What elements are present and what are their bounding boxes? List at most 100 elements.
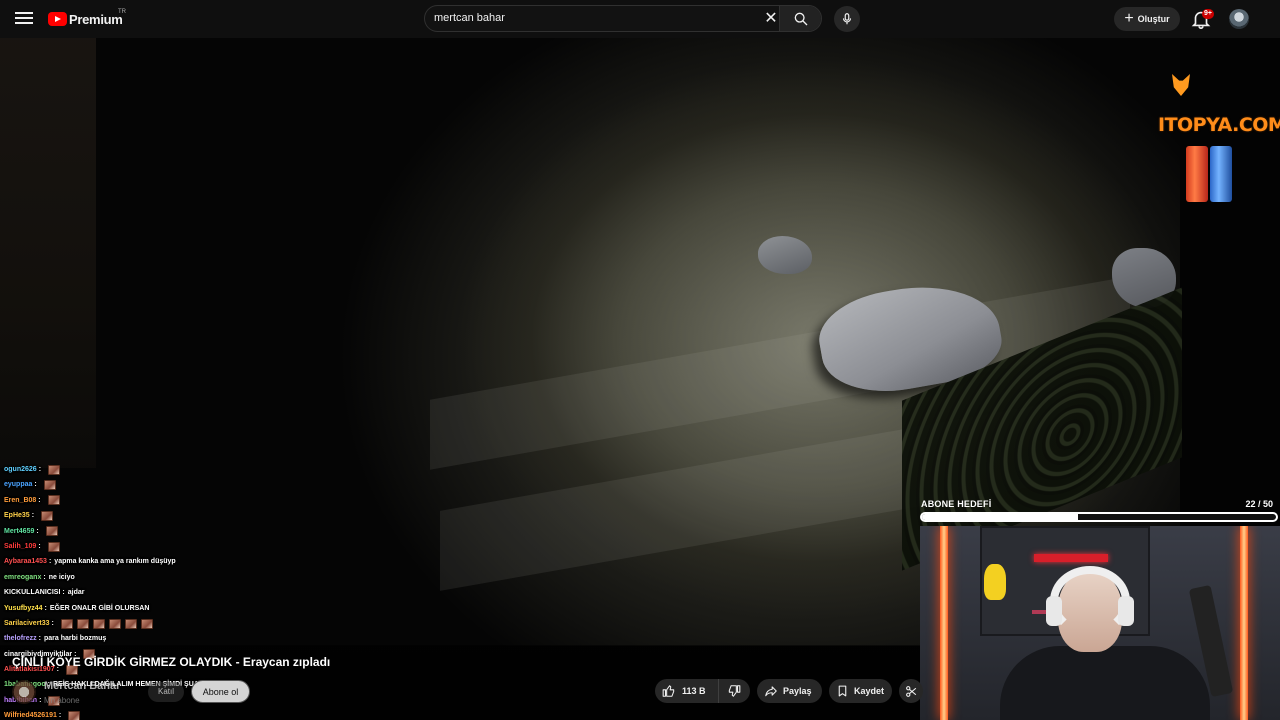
share-icon [765, 686, 777, 697]
thumbs-up-icon [662, 685, 675, 697]
chat-separator: : [58, 712, 62, 720]
chat-username[interactable]: Eren_B08 [4, 493, 36, 508]
channel-avatar[interactable] [12, 680, 36, 704]
energy-can-image [1186, 146, 1208, 202]
save-button[interactable]: Kaydet [829, 679, 892, 703]
chat-emote-icon [140, 618, 153, 629]
create-label: Oluştur [1137, 14, 1170, 24]
chat-username[interactable]: Mert4659 [4, 524, 34, 539]
microphone-icon [842, 13, 852, 25]
chat-message: KICKULLANICISI: ajdar [4, 585, 269, 600]
scene-shadow [0, 38, 96, 468]
webcam-shelf-light [1034, 554, 1108, 562]
chat-username[interactable]: emreoganx [4, 570, 41, 585]
chat-separator: : [38, 466, 42, 473]
webcam-figure [984, 564, 1006, 600]
headphone-cup [1046, 596, 1062, 626]
webcam-overlay [920, 526, 1280, 720]
logo-text: Premium [69, 11, 123, 27]
bookmark-icon [838, 685, 847, 697]
share-label: Paylaş [783, 686, 812, 696]
chat-emote-icon [76, 618, 89, 629]
search-icon [794, 12, 807, 25]
chat-emote-icon [124, 618, 137, 629]
chat-username[interactable]: Wilfried4526191 [4, 708, 57, 720]
menu-icon[interactable] [14, 9, 34, 29]
chat-separator: : [44, 604, 47, 612]
share-button[interactable]: Paylaş [757, 679, 822, 703]
search-button[interactable] [779, 6, 821, 31]
energy-can-image [1210, 146, 1232, 202]
chat-username[interactable]: ogun2626 [4, 462, 37, 477]
youtube-premium-logo[interactable]: Premium TR [48, 9, 126, 28]
subscribe-button[interactable]: Abone ol [191, 680, 250, 703]
like-dislike-group: 113 B [655, 679, 750, 703]
account-avatar[interactable] [1229, 9, 1249, 29]
join-button[interactable]: Katıl [148, 682, 184, 702]
chat-username[interactable]: Aybaraa1453 [4, 554, 47, 569]
subscriber-count: Mn abone [44, 695, 80, 705]
chat-message: Eren_B08: [4, 493, 269, 508]
chat-emote-icon [48, 464, 61, 475]
chat-separator: : [51, 619, 54, 627]
video-title: ÇİNLİ KÖYE GİRDİK GİRMEZ OLAYDIK - Erayc… [12, 655, 331, 669]
chat-username[interactable]: EpHe35 [4, 508, 30, 523]
chat-username[interactable]: eyuppaa [4, 477, 32, 492]
chat-emote-icon [92, 618, 105, 629]
sponsor-text: ITOPYA.COM [1158, 114, 1280, 136]
chat-message: EpHe35: [4, 508, 269, 523]
clear-search-icon[interactable]: ✕ [762, 10, 780, 28]
channel-name[interactable]: Mertcan Bahar [44, 680, 120, 692]
goal-progress-fill [922, 514, 1078, 520]
chat-separator: : [36, 527, 39, 535]
goal-label: ABONE HEDEFİ [921, 499, 992, 509]
chat-text: ne iciyo [48, 573, 75, 581]
save-label: Kaydet [854, 686, 885, 696]
chat-message: Aybaraa1453: yapma kanka ama ya rankım dü… [4, 554, 269, 569]
chat-separator: : [38, 496, 41, 504]
chat-message: Mert4659: [4, 524, 269, 539]
goal-progress-bar [920, 512, 1278, 522]
chat-message: Yusufbyz44: EĞER ONALR GİBİ OLURSAN [4, 601, 269, 616]
fox-logo-icon [1172, 74, 1190, 96]
chat-message: Sarilacivert33: [4, 616, 269, 631]
logo-country-code: TR [118, 9, 126, 15]
chat-message: Wilfried4526191: [4, 708, 269, 720]
search-input[interactable] [434, 12, 754, 24]
chat-username[interactable]: KICKULLANICISI [4, 585, 60, 600]
sponsor-overlay: ITOPYA.COM [1158, 68, 1280, 238]
search-box: ✕ [424, 5, 822, 32]
chat-separator: : [31, 512, 35, 520]
like-button[interactable]: 113 B [655, 679, 719, 703]
chat-username[interactable]: Sarilacivert33 [4, 616, 50, 631]
create-button[interactable]: + Oluştur [1114, 7, 1180, 31]
chat-emote-icon [43, 480, 56, 491]
channel-info[interactable]: Mertcan Bahar Mn abone [12, 676, 120, 708]
webcam-neon-light [1240, 526, 1248, 720]
chat-text: yapma kanka ama ya rankım düşüyp [54, 558, 176, 566]
chat-message: emreoganx: ne iciyo [4, 570, 269, 585]
chat-text: EĞER ONALR GİBİ OLURSAN [49, 604, 150, 612]
chat-emote-icon [47, 541, 60, 552]
goal-count: 22 / 50 [1245, 499, 1273, 509]
chat-message: ogun2626: [4, 462, 269, 477]
chat-emote-icon [60, 618, 73, 629]
chat-username[interactable]: Yusufbyz44 [4, 601, 43, 616]
chat-separator: : [34, 481, 37, 489]
chat-username[interactable]: thelofrezz [4, 631, 37, 646]
chat-message: thelofrezz: para harbi bozmuş [4, 631, 269, 646]
chat-emote-icon [108, 618, 121, 629]
dislike-button[interactable] [719, 684, 749, 698]
thumbs-down-icon [728, 685, 741, 697]
headphone-cup [1118, 596, 1134, 626]
voice-search-button[interactable] [834, 6, 860, 32]
channel-text: Mertcan Bahar Mn abone [44, 680, 120, 705]
scene-rock [758, 236, 812, 274]
chat-username[interactable]: Salih_109 [4, 539, 36, 554]
chat-separator: : [48, 558, 52, 566]
chat-text: para harbi bozmuş [44, 635, 107, 643]
chat-separator: : [43, 573, 46, 581]
clip-button[interactable] [899, 679, 923, 703]
chat-emote-icon [47, 495, 60, 506]
notification-badge: 9+ [1202, 9, 1214, 19]
